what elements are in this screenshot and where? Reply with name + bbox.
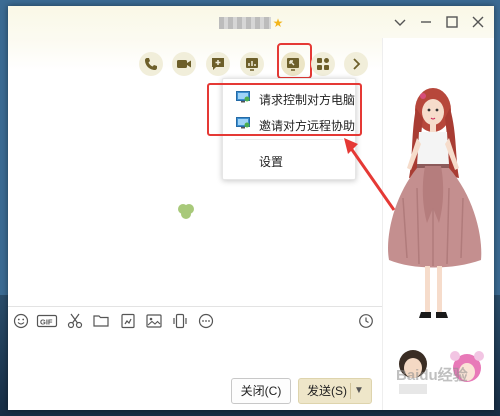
- more-icon[interactable]: [197, 312, 215, 330]
- maximize-icon[interactable]: [442, 12, 462, 32]
- watermark: Baidu经验: [396, 367, 468, 384]
- emoji-icon[interactable]: [12, 312, 30, 330]
- close-button[interactable]: 关闭(C): [231, 378, 291, 404]
- send-button-label: 发送(S): [307, 384, 347, 398]
- minimize-icon[interactable]: [416, 12, 436, 32]
- clover-decoration-icon: [178, 204, 194, 219]
- title-bar[interactable]: ★: [8, 6, 494, 38]
- phone-icon[interactable]: [139, 52, 163, 76]
- video-call-icon[interactable]: [172, 52, 196, 76]
- menu-separator: [235, 139, 343, 140]
- add-chat-icon[interactable]: [206, 52, 230, 76]
- more-arrow-icon[interactable]: [344, 52, 368, 76]
- chat-window: ★ GIF 关闭(C) 发送(S) ▼ 请求控制对方电脑 邀请对方远程协助 设置…: [8, 6, 494, 410]
- folder-icon[interactable]: [92, 312, 110, 330]
- history-clock-icon[interactable]: [358, 313, 374, 329]
- star-icon: ★: [272, 15, 284, 30]
- send-divider: [350, 383, 351, 399]
- avatar-illustration: [388, 88, 484, 394]
- svg-text:GIF: GIF: [40, 318, 53, 327]
- side-panel: [382, 38, 494, 410]
- image-edit-icon[interactable]: [119, 312, 137, 330]
- scissors-icon[interactable]: [66, 312, 84, 330]
- screen-share-icon[interactable]: [240, 52, 264, 76]
- picture-icon[interactable]: [145, 312, 163, 330]
- gif-icon[interactable]: GIF: [36, 312, 58, 330]
- red-arrow-annotation: [344, 138, 396, 211]
- close-icon[interactable]: [468, 12, 488, 32]
- menu-highlight-box: [207, 83, 362, 136]
- input-toolbar: GIF: [8, 307, 382, 333]
- menu-item-settings[interactable]: 设置: [223, 147, 355, 173]
- send-button[interactable]: 发送(S) ▼: [298, 378, 372, 404]
- shake-icon[interactable]: [171, 312, 189, 330]
- chevron-down-icon[interactable]: [390, 12, 410, 32]
- remote-assist-highlight: [277, 43, 312, 79]
- apps-icon[interactable]: [311, 52, 335, 76]
- message-input[interactable]: [8, 334, 382, 378]
- blurred-contact-name: [218, 16, 271, 29]
- chevron-down-icon[interactable]: ▼: [354, 379, 364, 403]
- menu-item-label: 设置: [259, 155, 284, 169]
